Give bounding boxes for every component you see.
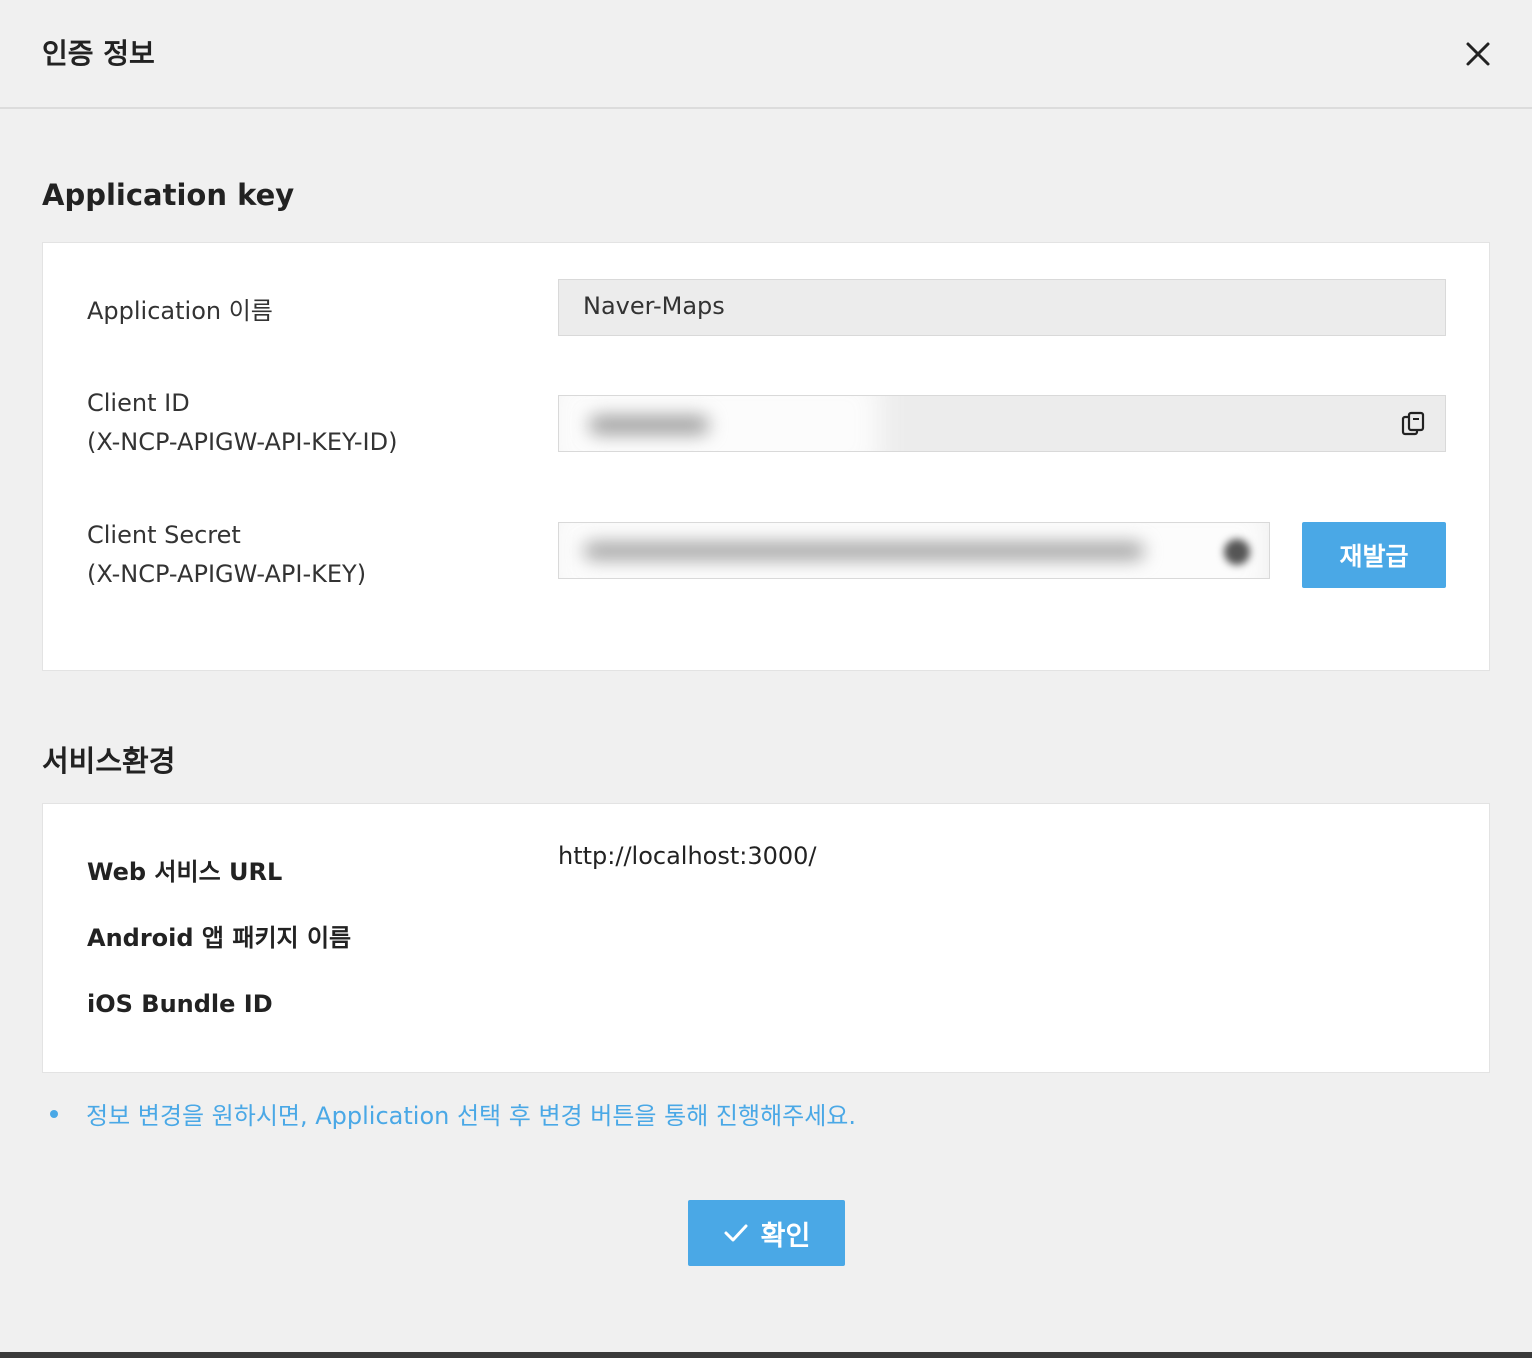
close-icon [1466,42,1490,66]
client-id-copy-icon[interactable] [1399,410,1429,440]
service-env-heading: 서비스환경 [42,744,176,778]
client-secret-copy-icon[interactable] [1224,539,1250,565]
application-key-heading: Application key [42,178,295,212]
client-id-label-line2: (X-NCP-APIGW-API-KEY-ID) [87,428,398,456]
dialog-header: 인증 정보 [0,0,1532,109]
client-secret-redacted [584,543,1144,559]
client-secret-label-line1: Client Secret [87,521,241,549]
ios-bundle-label: iOS Bundle ID [87,990,273,1018]
notice-text: 정보 변경을 원하시면, Application 선택 후 변경 버튼을 통해 … [86,1102,857,1130]
application-key-card: Application 이름 Naver-Maps Client ID (X-N… [42,242,1490,671]
service-env-card: Web 서비스 URL http://localhost:3000/ Andro… [42,803,1490,1073]
auth-info-dialog: 인증 정보 Application key Application 이름 Nav… [0,0,1532,1358]
client-secret-label-line2: (X-NCP-APIGW-API-KEY) [87,560,367,588]
client-secret-field[interactable] [558,522,1270,579]
client-id-label: Client ID (X-NCP-APIGW-API-KEY-ID) [87,384,397,462]
app-name-value: Naver-Maps [583,292,725,320]
android-package-label: Android 앱 패키지 이름 [87,924,352,952]
client-secret-label: Client Secret (X-NCP-APIGW-API-KEY) [87,516,366,594]
dialog-title: 인증 정보 [42,37,155,70]
bullet-icon [50,1109,58,1118]
check-icon [724,1224,748,1242]
web-url-value: http://localhost:3000/ [558,842,817,870]
client-id-field[interactable] [558,395,1446,452]
confirm-button[interactable]: 확인 [688,1200,845,1266]
app-name-field[interactable]: Naver-Maps [558,279,1446,336]
web-url-label: Web 서비스 URL [87,858,283,886]
app-name-label: Application 이름 [87,297,273,325]
reissue-button[interactable]: 재발급 [1302,522,1446,588]
client-id-label-line1: Client ID [87,389,190,417]
client-id-redacted [589,416,709,434]
close-button[interactable] [1458,34,1498,74]
confirm-label: 확인 [760,1220,811,1252]
info-notice: 정보 변경을 원하시면, Application 선택 후 변경 버튼을 통해 … [50,1096,856,1131]
